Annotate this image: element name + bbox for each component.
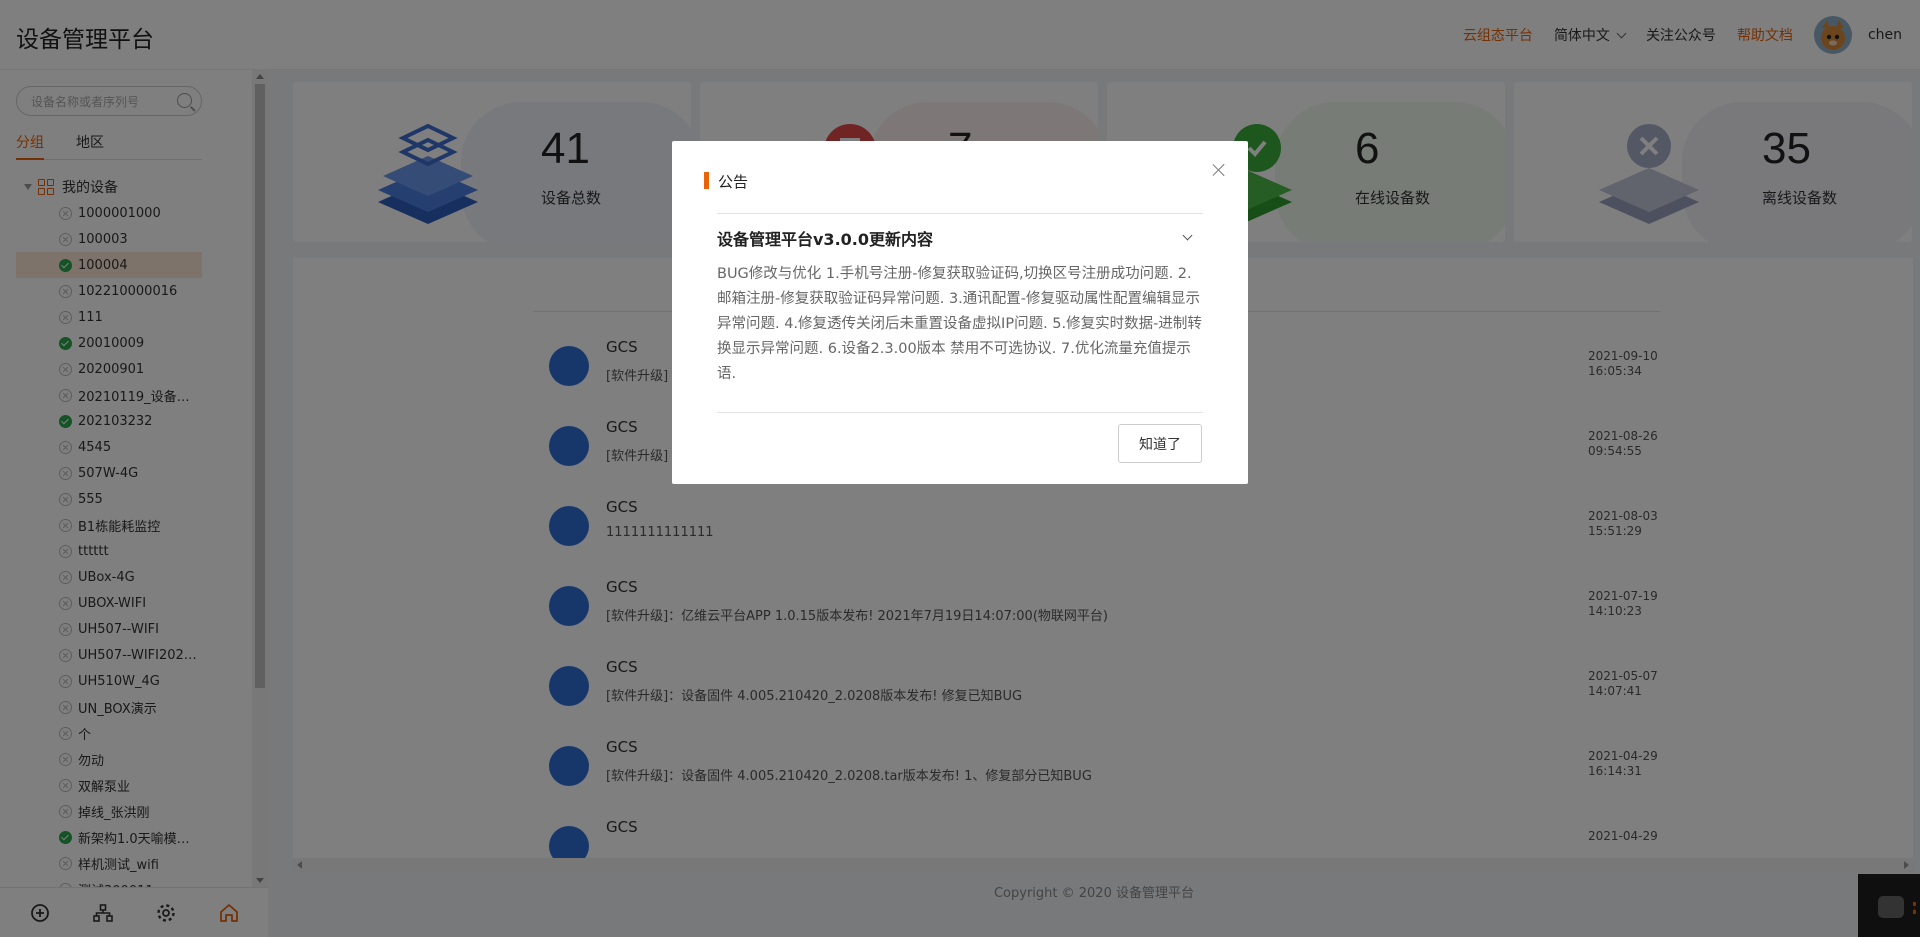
update-section-body: BUG修改与优化 1.手机号注册-修复获取验证码,切换区号注册成功问题. 2.邮… — [717, 266, 1202, 382]
acknowledge-button[interactable]: 知道了 — [1118, 424, 1202, 463]
modal-title: 公告 — [704, 171, 748, 192]
close-icon[interactable] — [1212, 163, 1226, 177]
update-section-title[interactable]: 设备管理平台v3.0.0更新内容 — [717, 226, 933, 250]
update-collapse-panel: 设备管理平台v3.0.0更新内容 BUG修改与优化 1.手机号注册-修复获取验证… — [717, 213, 1203, 413]
announcement-modal: 公告 设备管理平台v3.0.0更新内容 BUG修改与优化 1.手机号注册-修复获… — [672, 141, 1248, 484]
chevron-down-icon[interactable] — [1182, 230, 1193, 241]
